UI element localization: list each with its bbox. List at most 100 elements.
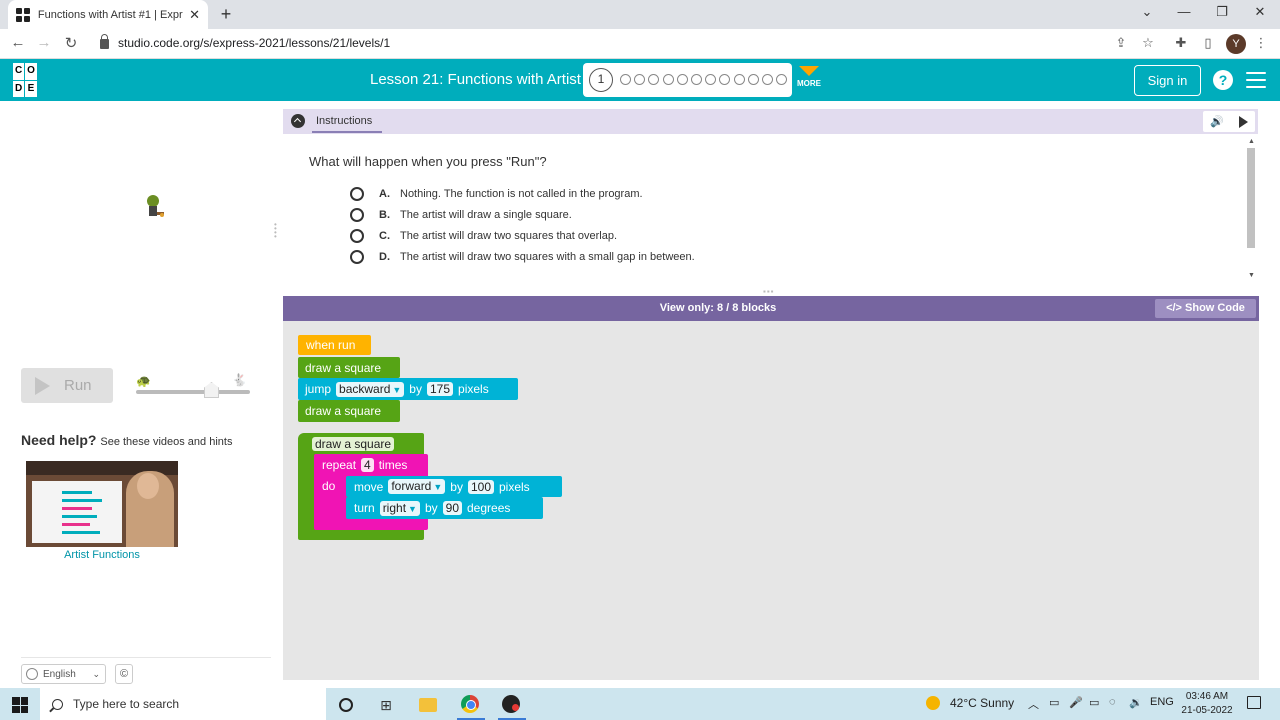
- scroll-up-icon[interactable]: ▲: [1248, 138, 1255, 145]
- side-panel-icon[interactable]: ▯: [1199, 35, 1217, 51]
- level-current[interactable]: 1: [589, 68, 613, 92]
- call-draw-square-block[interactable]: draw a square: [298, 400, 400, 422]
- screen-recorder-icon[interactable]: [502, 695, 522, 715]
- level-dot[interactable]: [734, 74, 745, 85]
- level-dot[interactable]: [634, 74, 645, 85]
- show-hidden-icons-icon[interactable]: ︿: [1028, 696, 1039, 712]
- level-dot[interactable]: [663, 74, 674, 85]
- network-icon[interactable]: ◌: [1109, 696, 1116, 708]
- level-dot[interactable]: [748, 74, 759, 85]
- forward-icon[interactable]: →: [34, 34, 54, 51]
- play-audio-icon[interactable]: [1238, 115, 1248, 128]
- language-select[interactable]: English ⌄: [21, 664, 106, 684]
- resize-grip-icon[interactable]: ▪▪▪: [763, 287, 775, 296]
- instructions-scrollbar[interactable]: [1247, 148, 1255, 248]
- profile-avatar[interactable]: Y: [1226, 34, 1246, 54]
- maximize-icon[interactable]: ❐: [1212, 4, 1232, 20]
- taskbar-search-input[interactable]: Type here to search: [40, 688, 326, 720]
- windows-start-icon[interactable]: [12, 697, 28, 713]
- turn-angle-input[interactable]: 90: [442, 501, 462, 515]
- volume-icon[interactable]: 🔊: [1210, 115, 1224, 128]
- level-dot[interactable]: [677, 74, 688, 85]
- back-icon[interactable]: ←: [8, 34, 28, 51]
- system-clock[interactable]: 03:46 AM 21-05-2022: [1176, 690, 1238, 718]
- workspace-header: View only: 8 / 8 blocks </> Show Code: [283, 296, 1259, 321]
- level-dot[interactable]: [620, 74, 631, 85]
- extensions-icon[interactable]: ✚: [1172, 35, 1190, 51]
- repeat-count-input[interactable]: 4: [361, 458, 374, 472]
- function-name-field[interactable]: draw a square: [312, 435, 395, 452]
- video-link[interactable]: Artist Functions: [26, 549, 178, 561]
- video-thumbnail[interactable]: [26, 461, 178, 547]
- tab-search-icon[interactable]: ⌄: [1137, 4, 1157, 20]
- speaker-icon[interactable]: 🔉: [1129, 696, 1143, 709]
- turn-block[interactable]: turn right ▼ by 90 degrees: [346, 497, 543, 519]
- level-dot[interactable]: [691, 74, 702, 85]
- scroll-down-icon[interactable]: ▼: [1248, 272, 1255, 279]
- code-org-favicon-icon: [16, 7, 30, 22]
- close-window-icon[interactable]: ✕: [1250, 4, 1270, 20]
- move-direction-dropdown[interactable]: forward ▼: [388, 479, 446, 494]
- microphone-icon[interactable]: 🎤: [1069, 696, 1083, 709]
- run-button[interactable]: Run: [21, 368, 113, 403]
- level-dot[interactable]: [776, 74, 787, 85]
- chrome-icon[interactable]: [461, 695, 481, 715]
- answer-text: The artist will draw a single square.: [400, 209, 572, 221]
- radio-button[interactable]: [350, 187, 364, 201]
- question-text: What will happen when you press "Run"?: [309, 154, 547, 169]
- speed-slider-thumb[interactable]: [204, 382, 219, 398]
- tab-close-icon[interactable]: ✕: [189, 7, 200, 23]
- answer-option[interactable]: A. Nothing. The function is not called i…: [350, 187, 643, 201]
- more-levels-button[interactable]: MORE: [796, 66, 822, 88]
- minimize-icon[interactable]: —: [1174, 4, 1194, 19]
- notifications-icon[interactable]: [1247, 696, 1261, 709]
- share-icon[interactable]: ⇪: [1112, 35, 1130, 51]
- repeat-header: repeat 4 times: [322, 455, 407, 475]
- cortana-icon[interactable]: [336, 695, 356, 715]
- reload-icon[interactable]: ↻: [61, 34, 81, 52]
- speed-slider-track[interactable]: [136, 390, 250, 394]
- level-dot[interactable]: [719, 74, 730, 85]
- answer-option[interactable]: B. The artist will draw a single square.: [350, 208, 572, 222]
- jump-distance-input[interactable]: 175: [426, 382, 454, 396]
- logo-letter: D: [13, 80, 25, 97]
- when-run-block[interactable]: when run: [298, 335, 371, 355]
- panel-resize-handle[interactable]: • • • •: [274, 221, 278, 241]
- level-dot[interactable]: [648, 74, 659, 85]
- url-field[interactable]: studio.code.org/s/express-2021/lessons/2…: [100, 34, 390, 50]
- collapse-chevron-icon[interactable]: [291, 114, 305, 128]
- browser-tab[interactable]: Functions with Artist #1 | Express Cours…: [8, 0, 208, 29]
- jump-block[interactable]: jump backward ▼ by 175 pixels: [298, 378, 518, 400]
- code-org-logo[interactable]: C O D E: [13, 63, 49, 97]
- level-dot[interactable]: [762, 74, 773, 85]
- browser-menu-icon[interactable]: ⋮: [1252, 35, 1270, 51]
- answer-option[interactable]: D. The artist will draw two squares with…: [350, 250, 695, 264]
- bookmark-star-icon[interactable]: ☆: [1139, 35, 1157, 51]
- hamburger-menu-icon[interactable]: [1246, 72, 1266, 93]
- sign-in-button[interactable]: Sign in: [1134, 65, 1201, 96]
- copyright-button[interactable]: ©: [115, 664, 133, 684]
- weather-widget[interactable]: 42°C Sunny: [926, 696, 1014, 710]
- logo-spacer: [38, 63, 49, 80]
- radio-button[interactable]: [350, 250, 364, 264]
- answer-option[interactable]: C. The artist will draw two squares that…: [350, 229, 617, 243]
- help-icon[interactable]: ?: [1213, 70, 1233, 90]
- meet-now-icon[interactable]: ▭: [1049, 696, 1059, 709]
- radio-button[interactable]: [350, 229, 364, 243]
- move-distance-input[interactable]: 100: [467, 479, 494, 494]
- move-block[interactable]: move forward ▼ by 100 pixels: [346, 476, 562, 497]
- lesson-title[interactable]: Lesson 21: Functions with Artist: [370, 71, 581, 88]
- radio-button[interactable]: [350, 208, 364, 222]
- level-dot[interactable]: [705, 74, 716, 85]
- instructions-tab[interactable]: Instructions: [316, 115, 372, 127]
- input-language[interactable]: ENG: [1150, 696, 1174, 708]
- show-code-button[interactable]: </> Show Code: [1155, 299, 1256, 318]
- logo-letter: O: [25, 63, 37, 80]
- battery-icon[interactable]: ▭: [1089, 696, 1099, 709]
- jump-direction-dropdown[interactable]: backward ▼: [336, 381, 405, 397]
- file-explorer-icon[interactable]: [419, 695, 439, 715]
- new-tab-icon[interactable]: +: [216, 4, 236, 25]
- turn-direction-dropdown[interactable]: right ▼: [379, 500, 420, 516]
- task-view-icon[interactable]: ⊞: [376, 695, 396, 715]
- call-draw-square-block[interactable]: draw a square: [298, 357, 400, 378]
